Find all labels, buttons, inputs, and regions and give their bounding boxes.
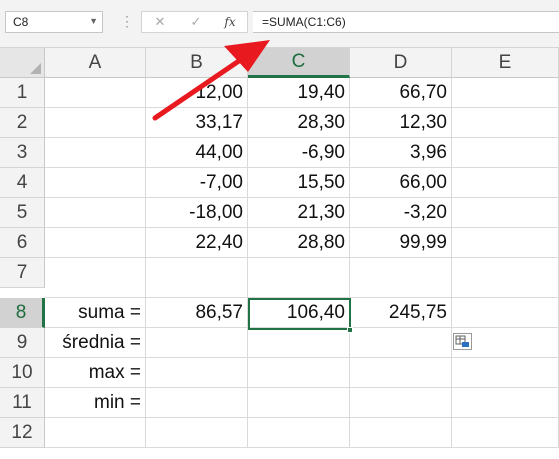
cell-d12[interactable] (350, 418, 452, 448)
row-header-2[interactable]: 2 (0, 108, 45, 138)
fill-handle[interactable] (347, 327, 353, 333)
cell-e11[interactable] (452, 388, 559, 418)
quick-analysis-icon[interactable] (453, 333, 472, 350)
cell-d3[interactable]: 3,96 (350, 138, 452, 168)
cell-d11[interactable] (350, 388, 452, 418)
column-header-d[interactable]: D (350, 48, 452, 78)
cancel-button[interactable]: ✕ (146, 13, 174, 31)
cell-c6[interactable]: 28,80 (248, 228, 350, 258)
cell-a12[interactable] (45, 418, 146, 448)
row-header-8[interactable]: 8 (0, 298, 45, 328)
cell-c3[interactable]: -6,90 (248, 138, 350, 168)
cell-c9[interactable] (248, 328, 350, 358)
cell-a10[interactable]: max = (45, 358, 146, 388)
cell-a2[interactable] (45, 108, 146, 138)
column-header-a[interactable]: A (45, 48, 146, 78)
cell-b7[interactable] (146, 258, 248, 298)
select-all-button[interactable] (0, 48, 45, 78)
cell-d7[interactable] (350, 258, 452, 298)
formula-text: =SUMA(C1:C6) (262, 15, 346, 29)
row-header-12[interactable]: 12 (0, 418, 45, 448)
cell-a9[interactable]: średnia = (45, 328, 146, 358)
cell-d1[interactable]: 66,70 (350, 78, 452, 108)
formula-toolbar: C8 ▼ ⋮ ✕ ✓ fx =SUMA(C1:C6) (0, 0, 559, 48)
cell-b5[interactable]: -18,00 (146, 198, 248, 228)
row-header-9[interactable]: 9 (0, 328, 45, 358)
cell-b4[interactable]: -7,00 (146, 168, 248, 198)
row-header-1[interactable]: 1 (0, 78, 45, 108)
cell-e10[interactable] (452, 358, 559, 388)
cell-a1[interactable] (45, 78, 146, 108)
cell-b11[interactable] (146, 388, 248, 418)
row-header-3[interactable]: 3 (0, 138, 45, 168)
cell-e12[interactable] (452, 418, 559, 448)
cell-b10[interactable] (146, 358, 248, 388)
name-box-value: C8 (13, 15, 29, 29)
cell-e4[interactable] (452, 168, 559, 198)
select-all-icon (30, 63, 41, 74)
cell-c10[interactable] (248, 358, 350, 388)
row-header-5[interactable]: 5 (0, 198, 45, 228)
cell-a11[interactable]: min = (45, 388, 146, 418)
cell-d2[interactable]: 12,30 (350, 108, 452, 138)
chevron-down-icon[interactable]: ▼ (89, 16, 98, 26)
cell-c1[interactable]: 19,40 (248, 78, 350, 108)
cell-b6[interactable]: 22,40 (146, 228, 248, 258)
formula-input[interactable]: =SUMA(C1:C6) (253, 11, 559, 33)
row-header-7[interactable]: 7 (0, 258, 45, 288)
row-header-4[interactable]: 4 (0, 168, 45, 198)
row-header-6[interactable]: 6 (0, 228, 45, 258)
row-header-10[interactable]: 10 (0, 358, 45, 388)
cell-a3[interactable] (45, 138, 146, 168)
cell-b9[interactable] (146, 328, 248, 358)
cell-a7[interactable] (45, 258, 146, 298)
name-box[interactable]: C8 ▼ (5, 11, 103, 33)
enter-button[interactable]: ✓ (182, 13, 210, 31)
cell-c7[interactable] (248, 258, 350, 298)
insert-function-button[interactable]: fx (216, 13, 244, 31)
cell-d9[interactable] (350, 328, 452, 358)
cell-c5[interactable]: 21,30 (248, 198, 350, 228)
cell-b2[interactable]: 33,17 (146, 108, 248, 138)
cell-e5[interactable] (452, 198, 559, 228)
cell-e1[interactable] (452, 78, 559, 108)
row-header-11[interactable]: 11 (0, 388, 45, 418)
cell-e8[interactable] (452, 298, 559, 328)
cell-d4[interactable]: 66,00 (350, 168, 452, 198)
cell-e2[interactable] (452, 108, 559, 138)
column-header-e[interactable]: E (452, 48, 559, 78)
cell-b1[interactable]: 12,00 (146, 78, 248, 108)
cell-c2[interactable]: 28,30 (248, 108, 350, 138)
cell-a4[interactable] (45, 168, 146, 198)
column-header-b[interactable]: B (146, 48, 248, 78)
active-cell-border (248, 298, 351, 330)
cell-c12[interactable] (248, 418, 350, 448)
cell-a6[interactable] (45, 228, 146, 258)
cell-b8[interactable]: 86,57 (146, 298, 248, 328)
cell-c4[interactable]: 15,50 (248, 168, 350, 198)
cell-e6[interactable] (452, 228, 559, 258)
cell-d5[interactable]: -3,20 (350, 198, 452, 228)
cell-d8[interactable]: 245,75 (350, 298, 452, 328)
cell-b12[interactable] (146, 418, 248, 448)
cell-e7[interactable] (452, 258, 559, 298)
cell-e3[interactable] (452, 138, 559, 168)
cell-d10[interactable] (350, 358, 452, 388)
cell-d6[interactable]: 99,99 (350, 228, 452, 258)
column-header-c[interactable]: C (248, 48, 350, 78)
splitter-handle[interactable]: ⋮ (120, 11, 134, 31)
cell-a5[interactable] (45, 198, 146, 228)
cell-b3[interactable]: 44,00 (146, 138, 248, 168)
cell-c11[interactable] (248, 388, 350, 418)
formula-buttons: ✕ ✓ fx (141, 11, 248, 33)
cell-a8[interactable]: suma = (45, 298, 146, 328)
